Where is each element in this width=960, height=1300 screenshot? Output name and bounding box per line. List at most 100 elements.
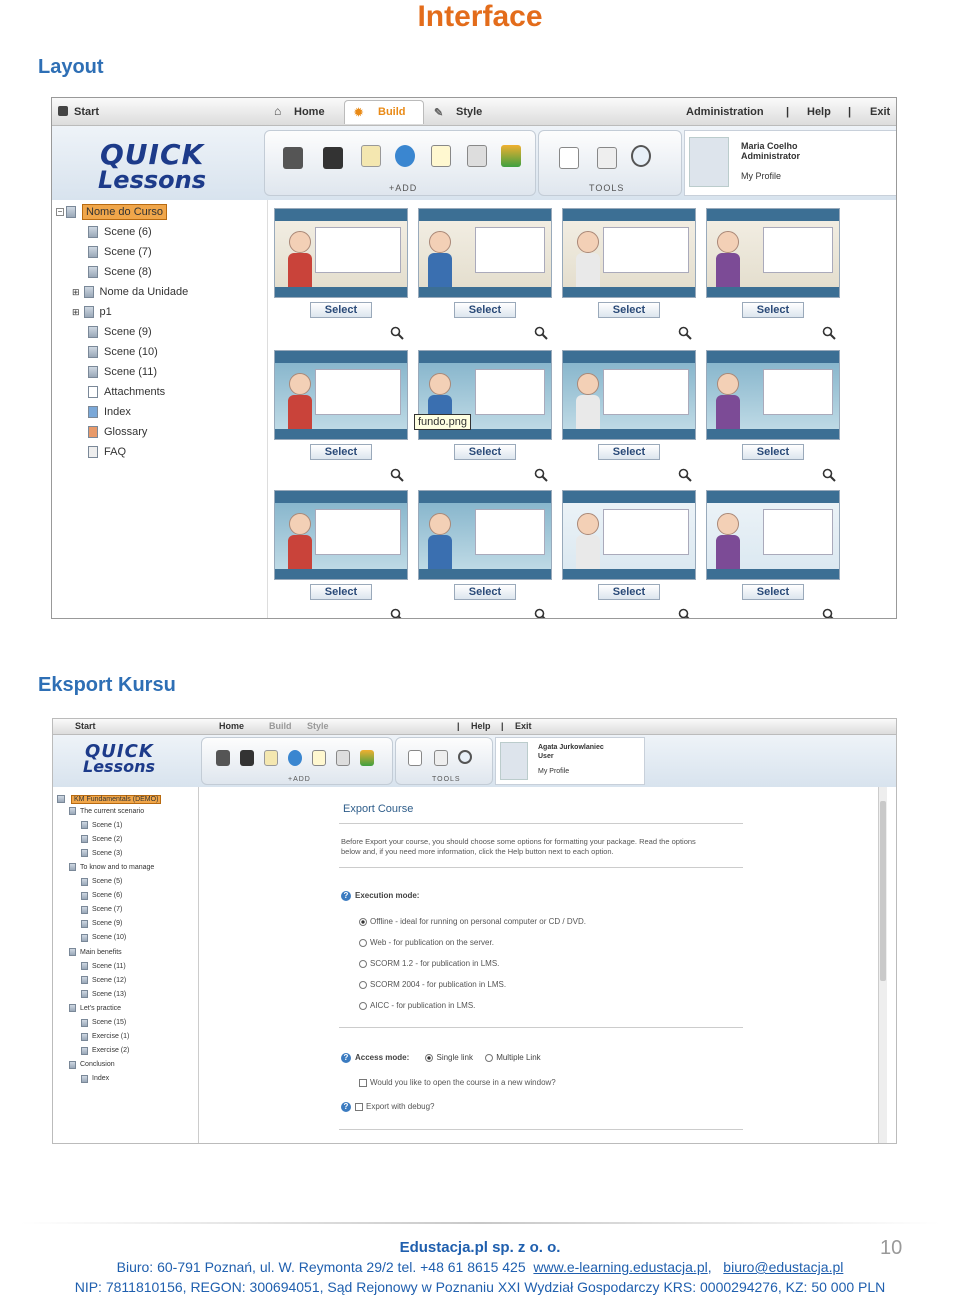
scrollbar[interactable] [878,787,887,1143]
execution-mode-radio[interactable] [359,938,367,947]
tree-item[interactable]: Scene (3) [81,847,122,859]
zoom-icon[interactable] [678,468,692,482]
zoom-icon[interactable] [822,468,836,482]
help-icon[interactable]: ? [341,1053,351,1063]
tree-group[interactable]: Let's practice [69,1002,121,1014]
tree-item[interactable]: Scene (10) [81,932,126,944]
tree-item[interactable]: Scene (2) [81,833,122,845]
my-profile-link[interactable]: My Profile [538,768,569,775]
tree-item[interactable]: Attachments [88,384,165,400]
new-window-checkbox[interactable] [359,1078,367,1087]
select-button[interactable]: Select [310,584,372,600]
tree-group[interactable]: Conclusion [69,1059,115,1071]
tree-item[interactable]: Scene (15) [81,1017,126,1029]
tree-item[interactable]: Scene (6) [88,224,152,240]
zoom-icon[interactable] [534,608,548,618]
tree-item[interactable]: ⊞ p1 [72,304,112,320]
template-thumbnail[interactable] [274,350,408,440]
execution-mode-option[interactable]: AICC - for publication in LMS. [359,1001,475,1010]
zoom-icon[interactable] [678,326,692,340]
execution-mode-radio[interactable] [359,980,367,989]
tree-item[interactable]: Scene (9) [81,918,122,930]
page-icon[interactable] [283,147,303,169]
tree-item[interactable]: Scene (8) [88,264,152,280]
template-thumbnail[interactable] [706,208,840,298]
select-button[interactable]: Select [742,584,804,600]
video-icon[interactable] [240,750,254,766]
execution-mode-radio[interactable] [359,917,367,926]
tree-item[interactable]: Glossary [88,424,147,440]
search-icon[interactable] [631,145,651,167]
tree-item[interactable]: Scene (5) [81,876,122,888]
cubes-icon[interactable] [360,750,374,766]
tree-item[interactable]: Index [81,1073,109,1085]
select-button[interactable]: Select [598,302,660,318]
template-thumbnail[interactable] [274,208,408,298]
execution-mode-option[interactable]: SCORM 2004 - for publication in LMS. [359,980,506,989]
zoom-icon[interactable] [534,326,548,340]
help-icon[interactable]: ? [341,891,351,901]
font-icon[interactable] [597,147,617,169]
menu-build[interactable]: Build [378,106,406,118]
execution-mode-radio[interactable] [359,1001,367,1010]
menu-style[interactable]: Style [456,106,482,118]
execution-mode-option[interactable]: SCORM 1.2 - for publication in LMS. [359,959,499,968]
select-button[interactable]: Select [310,302,372,318]
zoom-icon[interactable] [534,468,548,482]
tree-item[interactable]: Scene (7) [88,244,152,260]
execution-mode-option[interactable]: Offline - ideal for running on personal … [359,917,586,926]
page-icon[interactable] [216,750,230,766]
my-profile-link[interactable]: My Profile [741,171,781,181]
scrollbar-thumb[interactable] [880,801,886,981]
document-icon[interactable] [264,750,278,766]
execution-mode-option[interactable]: Web - for publication on the server. [359,938,494,947]
tree-item[interactable]: Exercise (1) [81,1031,129,1043]
puzzle-icon[interactable] [395,145,415,167]
select-button[interactable]: Select [454,302,516,318]
tree-item[interactable]: Scene (6) [81,890,122,902]
zoom-icon[interactable] [822,326,836,340]
font-icon[interactable] [434,750,448,766]
template-thumbnail[interactable] [562,490,696,580]
tree-item[interactable]: Scene (1) [81,819,122,831]
clipboard-icon[interactable] [431,145,451,167]
video-icon[interactable] [323,147,343,169]
tree-item[interactable]: Scene (11) [81,960,126,972]
clipboard-icon[interactable] [312,750,326,766]
menu-home[interactable]: Home [294,106,325,118]
tree-item[interactable]: Scene (13) [81,988,126,1000]
select-button[interactable]: Select [454,584,516,600]
tree-item[interactable]: Scene (7) [81,904,122,916]
select-button[interactable]: Select [598,444,660,460]
menu-exit[interactable]: Exit [870,106,890,118]
footer-email-link[interactable]: biuro@edustacja.pl [723,1259,843,1275]
menu-start[interactable]: Start [74,106,99,118]
list-icon[interactable] [467,145,487,167]
select-button[interactable]: Select [454,444,516,460]
template-thumbnail[interactable] [562,208,696,298]
access-single-radio[interactable] [425,1054,434,1062]
select-button[interactable]: Select [310,444,372,460]
zoom-icon[interactable] [678,608,692,618]
menu-home[interactable]: Home [219,721,244,731]
delete-page-icon[interactable] [559,147,579,169]
access-multiple-radio[interactable] [485,1054,494,1062]
tree-group[interactable]: Main benefits [69,946,122,958]
search-icon[interactable] [458,750,472,764]
tree-item[interactable]: Scene (12) [81,974,126,986]
menu-administration[interactable]: Administration [686,106,764,118]
tree-item[interactable]: Scene (11) [88,364,157,380]
select-button[interactable]: Select [598,584,660,600]
menu-start[interactable]: Start [75,721,96,731]
tree-root[interactable]: − Nome do Curso [56,204,168,220]
menu-exit[interactable]: Exit [515,721,532,731]
menu-build[interactable]: Build [269,721,292,731]
zoom-icon[interactable] [822,608,836,618]
tree-item[interactable]: ⊞ Nome da Unidade [72,284,188,300]
tree-item[interactable]: Scene (10) [88,344,158,360]
cubes-icon[interactable] [501,145,521,167]
template-thumbnail[interactable] [418,208,552,298]
template-thumbnail[interactable] [706,350,840,440]
tree-group[interactable]: The current scenario [69,805,144,817]
help-icon[interactable]: ? [341,1102,351,1112]
